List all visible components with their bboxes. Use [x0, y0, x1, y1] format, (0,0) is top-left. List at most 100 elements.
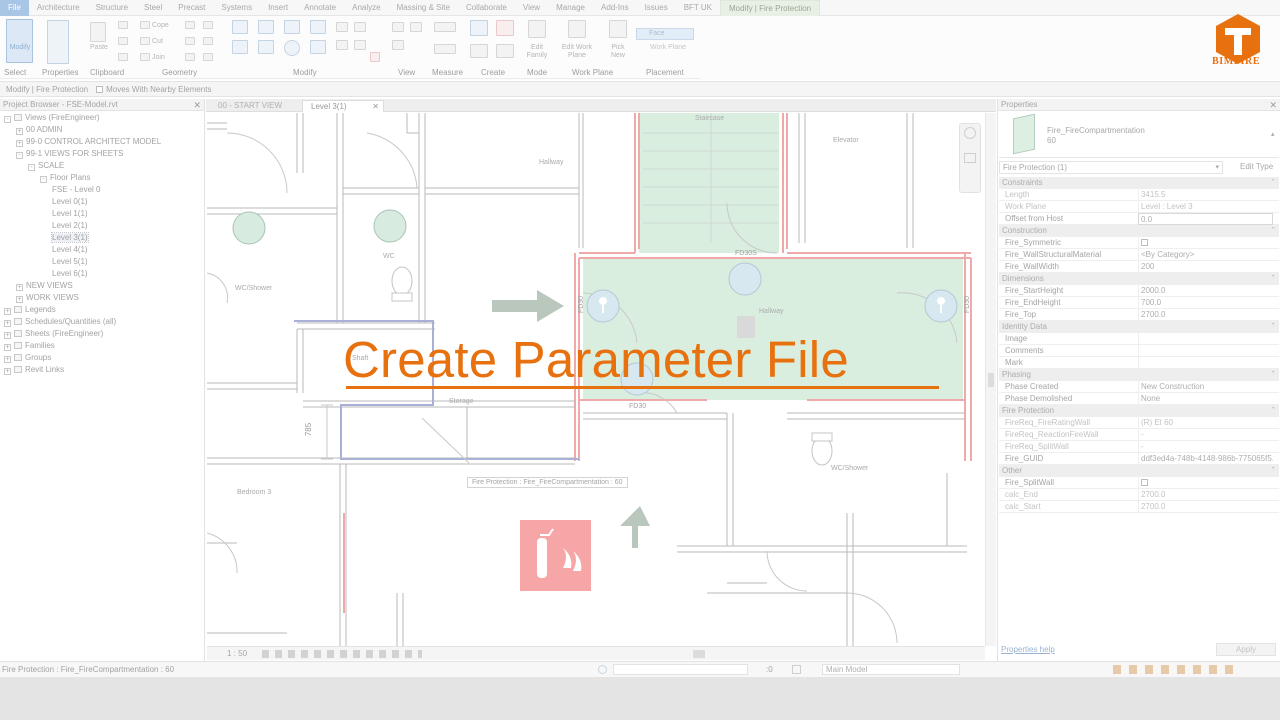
properties-close-icon[interactable]: ✕ [1269, 99, 1277, 111]
modify-button[interactable]: Modify [7, 44, 33, 52]
instance-filter[interactable]: Fire Protection (1) ▾ [999, 161, 1223, 174]
edit-family-icon[interactable] [528, 20, 546, 38]
properties-icon[interactable] [47, 20, 69, 64]
property-value[interactable] [1138, 333, 1273, 345]
geometry-tool-icon-f[interactable] [203, 53, 213, 61]
paste-icon[interactable] [90, 22, 106, 42]
property-value[interactable]: 2700.0 [1138, 309, 1273, 321]
property-value[interactable]: 200 [1138, 261, 1273, 273]
tree-item[interactable]: FSE - Level 0 [52, 184, 100, 196]
tree-item[interactable]: Level 3(1) [51, 232, 89, 244]
copy-icon[interactable] [258, 40, 274, 54]
collapse-section-icon[interactable]: ⌃ [1270, 225, 1276, 237]
ribbon-tab[interactable]: Add-Ins [593, 0, 637, 16]
tree-expand-icon[interactable]: - [28, 164, 35, 171]
type-selector[interactable]: Fire_FireCompartmentation 60 ▴ [999, 112, 1279, 158]
ribbon-tab[interactable]: Massing & Site [389, 0, 458, 16]
tree-expand-icon[interactable]: + [16, 140, 23, 147]
create-similar-icon[interactable] [496, 20, 514, 36]
zoom-icon[interactable] [964, 153, 976, 163]
create-group-icon[interactable] [496, 44, 514, 58]
properties-section-header[interactable]: Other ⌃ [999, 465, 1279, 477]
tree-item[interactable]: +00 ADMIN [16, 124, 62, 136]
ribbon-tab[interactable]: Collaborate [458, 0, 515, 16]
design-option-dropdown[interactable]: Main Model [822, 664, 960, 675]
ribbon-tab[interactable]: Issues [637, 0, 676, 16]
view-scale[interactable]: 1 : 50 [227, 649, 247, 658]
collapse-section-icon[interactable]: ⌃ [1270, 369, 1276, 381]
property-value[interactable] [1138, 477, 1273, 489]
mirror-axis-icon[interactable] [284, 20, 300, 34]
ribbon-tab[interactable]: Annotate [296, 0, 344, 16]
hide-view-icon[interactable] [392, 22, 404, 32]
properties-section-header[interactable]: Identity Data ⌃ [999, 321, 1279, 333]
property-value[interactable]: <By Category> [1138, 249, 1273, 261]
move-icon[interactable] [232, 40, 248, 54]
face-option[interactable]: Face [636, 28, 694, 40]
geometry-tool-icon-c[interactable] [185, 53, 195, 61]
view-tab-close-icon[interactable]: ✕ [372, 101, 379, 113]
tree-item[interactable]: + Groups [4, 352, 51, 364]
collapse-section-icon[interactable]: ⌃ [1270, 465, 1276, 477]
paste-button[interactable]: Paste [88, 44, 110, 52]
tree-item[interactable]: Level 4(1) [52, 244, 88, 256]
tree-expand-icon[interactable]: + [16, 296, 23, 303]
geometry-tool-icon-b[interactable] [185, 37, 195, 45]
view-tab-start[interactable]: 00 - START VIEW [210, 100, 294, 112]
collapse-section-icon[interactable]: ⌃ [1270, 321, 1276, 333]
tree-item[interactable]: - SCALE [28, 160, 64, 172]
properties-section-header[interactable]: Fire Protection ⌃ [999, 405, 1279, 417]
tree-expand-icon[interactable]: - [4, 116, 11, 123]
edit-work-plane-icon[interactable] [568, 20, 586, 38]
edit-work-plane-button[interactable]: Edit Work Plane [556, 44, 598, 60]
collapse-section-icon[interactable]: ⌃ [1270, 273, 1276, 285]
align-icon[interactable] [232, 20, 248, 34]
properties-section-header[interactable]: Dimensions ⌃ [999, 273, 1279, 285]
match-icon-small[interactable] [118, 53, 128, 61]
ribbon-tab[interactable]: Insert [260, 0, 296, 16]
tree-item[interactable]: + WORK VIEWS [16, 292, 79, 304]
join-button[interactable]: Join [152, 54, 165, 62]
dimension-icon[interactable] [434, 44, 456, 54]
tree-expand-icon[interactable]: + [4, 332, 11, 339]
ribbon-tab[interactable]: Precast [170, 0, 213, 16]
property-checkbox[interactable] [1141, 239, 1148, 247]
type-selector-dropdown-icon[interactable]: ▴ [1271, 130, 1275, 138]
cut-button[interactable]: Cut [152, 38, 163, 46]
copy-icon-small[interactable] [118, 37, 128, 45]
pick-new-icon[interactable] [609, 20, 627, 38]
property-value[interactable]: 2000.0 [1138, 285, 1273, 297]
tree-item[interactable]: - Views (FireEngineer) [4, 112, 100, 124]
apply-button[interactable]: Apply [1216, 643, 1276, 656]
vertical-scrollbar[interactable] [985, 113, 996, 646]
create-parts-icon[interactable] [470, 44, 488, 58]
edit-type-button[interactable]: Edit Type [1228, 161, 1278, 174]
geometry-tool-icon-e[interactable] [203, 37, 213, 45]
view-control-icons[interactable] [262, 650, 422, 658]
tree-item[interactable]: - Floor Plans [40, 172, 90, 184]
tree-item[interactable]: Level 1(1) [52, 208, 88, 220]
property-value[interactable]: ddf3ed4a-748b-4148-986b-775065f5... [1138, 453, 1273, 465]
join-icon[interactable] [140, 53, 150, 61]
workset-dropdown[interactable] [613, 664, 748, 675]
tree-item[interactable]: + Revit Links [4, 364, 64, 376]
ribbon-tab[interactable]: Systems [213, 0, 260, 16]
geometry-tool-icon-a[interactable] [185, 21, 195, 29]
tree-item[interactable]: Level 5(1) [52, 256, 88, 268]
design-options-icon[interactable] [792, 665, 801, 674]
ribbon-tab[interactable]: Architecture [29, 0, 88, 16]
tree-expand-icon[interactable]: - [16, 152, 23, 159]
tree-item[interactable]: + Legends [4, 304, 56, 316]
worksets-icon[interactable] [598, 665, 607, 674]
property-value[interactable] [1138, 237, 1273, 249]
property-value[interactable] [1138, 345, 1273, 357]
tree-expand-icon[interactable]: - [40, 176, 47, 183]
cut-icon-small[interactable] [118, 21, 128, 29]
property-value[interactable]: 0.0 [1138, 213, 1273, 225]
tree-expand-icon[interactable]: + [4, 368, 11, 375]
offset-icon[interactable] [258, 20, 274, 34]
create-assembly-icon[interactable] [470, 20, 488, 36]
project-browser-close-icon[interactable]: ✕ [193, 99, 201, 111]
scale-icon[interactable] [354, 22, 366, 32]
pin-icon[interactable] [354, 40, 366, 50]
